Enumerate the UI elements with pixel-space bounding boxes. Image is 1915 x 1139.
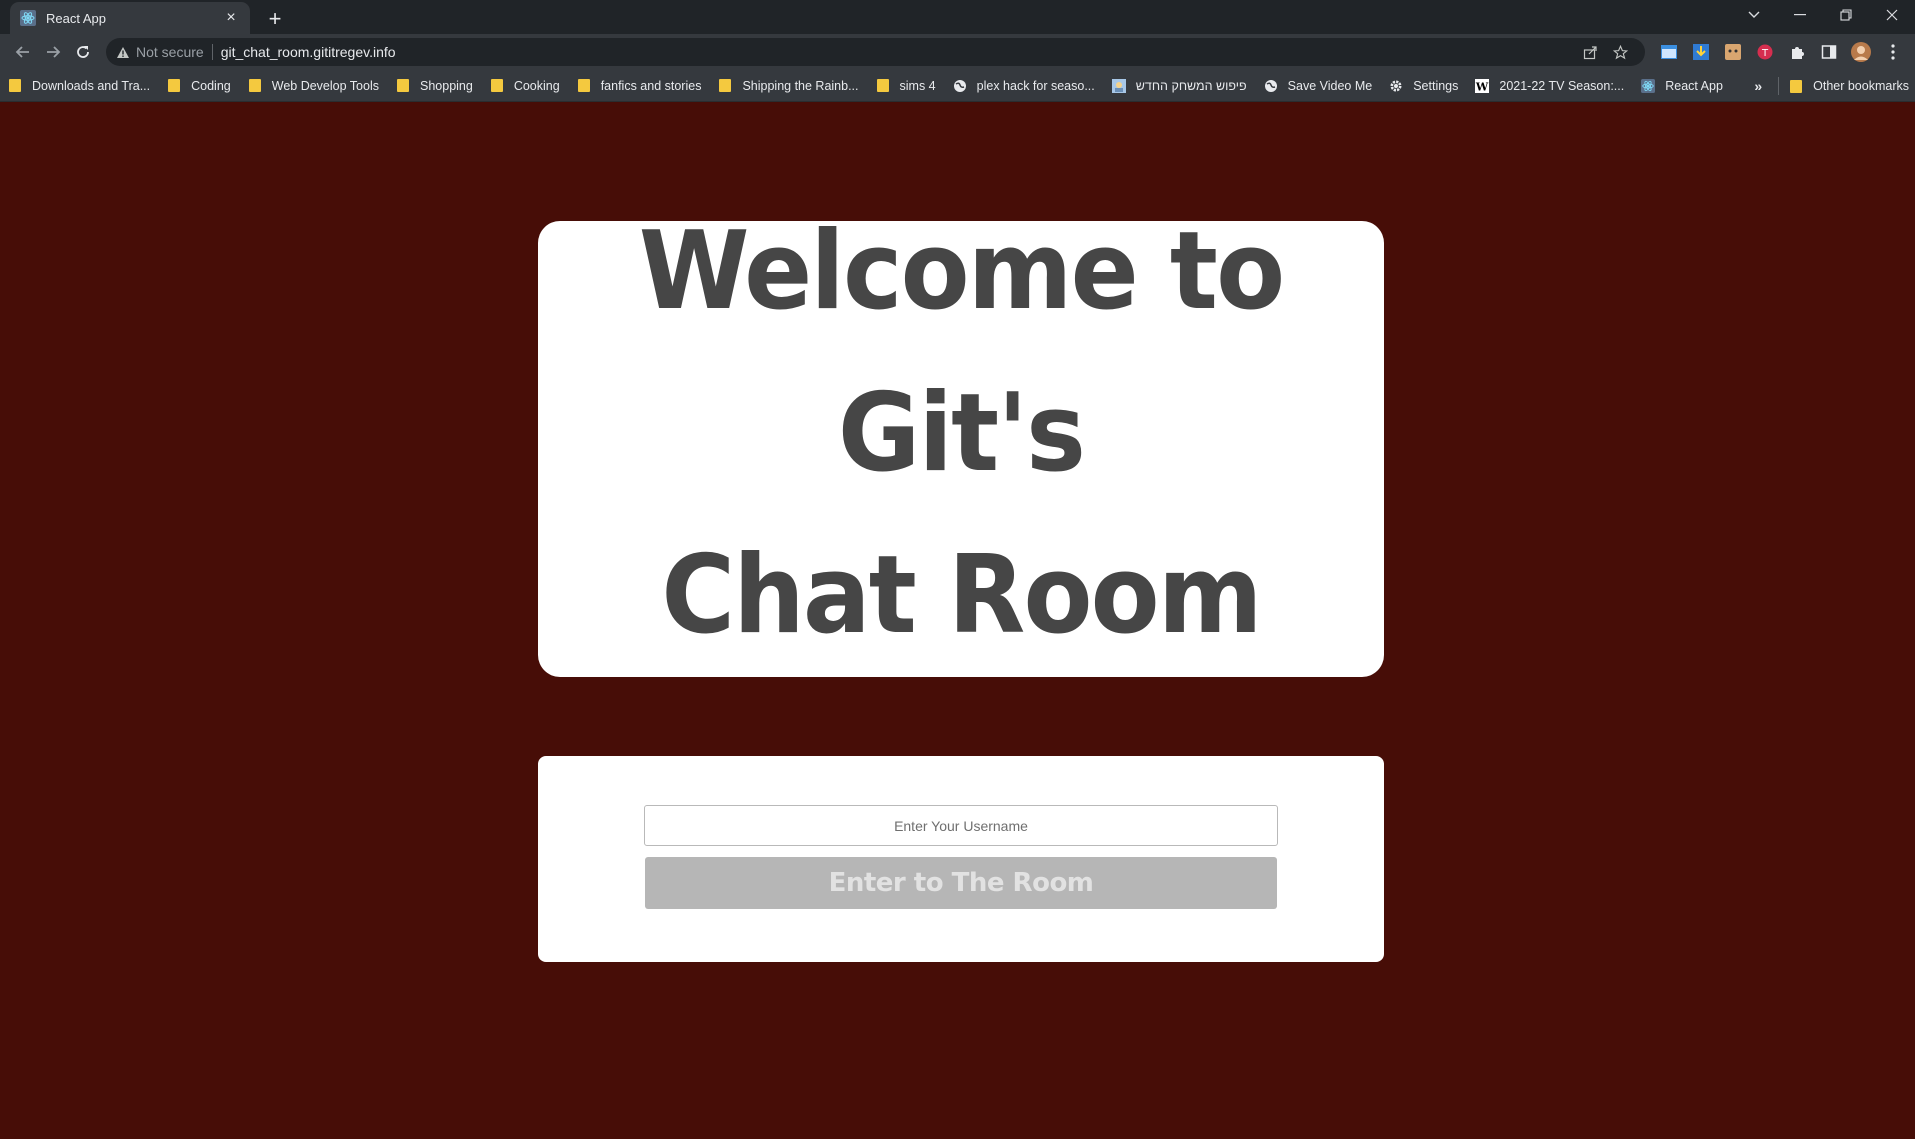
bookmark-label: Coding <box>191 78 231 93</box>
bookmark-label: Settings <box>1413 78 1459 93</box>
browser-toolbar: Not secure git_chat_room.gititregev.info… <box>0 34 1915 70</box>
tab-search-icon[interactable] <box>1731 0 1777 30</box>
close-window-icon[interactable] <box>1869 0 1915 30</box>
folder-icon <box>248 79 262 93</box>
folder-icon <box>490 79 504 93</box>
bookmarks-bar: Downloads and Tra... Coding Web Develop … <box>0 70 1915 102</box>
extensions-area: T <box>1655 38 1907 66</box>
folder-icon <box>167 79 181 93</box>
url-text[interactable]: git_chat_room.gititregev.info <box>221 44 1575 60</box>
bookmark-label: Cooking <box>513 78 560 93</box>
window-controls <box>1731 0 1915 34</box>
bookmark-label: fanfics and stories <box>600 78 702 93</box>
folder-icon <box>8 79 22 93</box>
bookmarks-divider <box>1778 77 1780 95</box>
bookmark-label: 2021-22 TV Season:... <box>1499 78 1625 93</box>
back-icon[interactable] <box>8 37 38 67</box>
folder-icon <box>1789 79 1803 93</box>
bookmarks-right: » Other bookmarks <box>1754 70 1909 102</box>
bookmark-coding[interactable]: Coding <box>167 79 231 93</box>
close-tab-icon[interactable]: × <box>222 9 240 27</box>
address-bar[interactable]: Not secure git_chat_room.gititregev.info <box>106 38 1645 66</box>
bookmark-tv-season[interactable]: W 2021-22 TV Season:... <box>1475 78 1625 93</box>
bookmark-label: Save Video Me <box>1287 78 1373 93</box>
tab-title: React App <box>46 10 106 26</box>
browser-menu-icon[interactable] <box>1879 38 1907 66</box>
bookmark-hebrew-game[interactable]: פיפוש המשחק החדש <box>1111 78 1247 93</box>
bookmark-label: Shopping <box>420 78 473 93</box>
bookmark-downloads[interactable]: Downloads and Tra... <box>8 79 150 93</box>
bookmark-save-video[interactable]: Save Video Me <box>1264 78 1373 93</box>
extensions-puzzle-icon[interactable] <box>1783 38 1811 66</box>
bookmark-fanfics[interactable]: fanfics and stories <box>577 78 702 93</box>
bookmark-web-develop-tools[interactable]: Web Develop Tools <box>248 79 379 93</box>
side-panel-icon[interactable] <box>1815 38 1843 66</box>
star-icon[interactable] <box>1605 44 1635 60</box>
bookmarks-overflow-button[interactable]: » <box>1754 78 1762 94</box>
restore-icon[interactable] <box>1823 0 1869 30</box>
folder-icon <box>396 79 410 93</box>
bookmark-label: Web Develop Tools <box>271 78 379 93</box>
welcome-title-line-2: Chat Room <box>661 533 1262 658</box>
bookmark-label: Downloads and Tra... <box>32 78 151 93</box>
bookmark-settings[interactable]: Settings <box>1389 79 1458 93</box>
page-body: Welcome to Git's Chat Room Enter to The … <box>0 102 1915 1139</box>
warning-icon <box>116 46 130 59</box>
svg-text:T: T <box>1761 48 1769 59</box>
game-icon <box>1111 78 1126 93</box>
bookmark-label: React App <box>1665 78 1723 93</box>
bookmark-sims4[interactable]: sims 4 <box>876 79 936 93</box>
welcome-title-line-1: Welcome to Git's <box>638 209 1285 496</box>
bookmark-label: plex hack for seaso... <box>976 78 1095 93</box>
bookmark-label: sims 4 <box>899 78 936 93</box>
extension-t-icon[interactable]: T <box>1751 38 1779 66</box>
globe-icon <box>1264 79 1278 93</box>
browser-titlebar: React App × + <box>0 0 1915 34</box>
new-tab-button[interactable]: + <box>262 6 288 32</box>
extension-download-icon[interactable] <box>1687 38 1715 66</box>
welcome-card: Welcome to Git's Chat Room <box>538 209 1384 677</box>
bookmark-label: פיפוש המשחק החדש <box>1135 78 1247 93</box>
security-status[interactable]: Not secure <box>136 44 204 60</box>
wikipedia-icon: W <box>1475 78 1490 93</box>
bookmark-plex-hack[interactable]: plex hack for seaso... <box>953 79 1095 93</box>
bookmark-shopping[interactable]: Shopping <box>396 79 473 93</box>
bookmark-shipping[interactable]: Shipping the Rainb... <box>718 78 859 93</box>
browser-tab[interactable]: React App × <box>10 2 250 34</box>
profile-avatar-icon[interactable] <box>1847 38 1875 66</box>
svg-text:W: W <box>1475 80 1489 93</box>
enter-room-button[interactable]: Enter to The Room <box>645 857 1277 909</box>
extension-window-icon[interactable] <box>1655 38 1683 66</box>
folder-icon <box>577 79 591 93</box>
other-bookmarks[interactable]: Other bookmarks <box>1789 79 1909 93</box>
react-icon <box>1641 78 1656 93</box>
login-card: Enter to The Room <box>538 756 1384 962</box>
folder-icon <box>876 79 890 93</box>
bookmark-react-app[interactable]: React App <box>1641 78 1723 93</box>
username-input[interactable] <box>644 805 1278 846</box>
bookmark-label: Shipping the Rainb... <box>742 78 859 93</box>
welcome-title: Welcome to Git's Chat Room <box>568 191 1355 677</box>
globe-icon <box>953 79 967 93</box>
share-icon[interactable] <box>1575 45 1605 60</box>
reload-icon[interactable] <box>68 37 98 67</box>
omnibox-divider <box>211 44 213 60</box>
minimize-icon[interactable] <box>1777 0 1823 30</box>
extension-face-icon[interactable] <box>1719 38 1747 66</box>
other-bookmarks-label: Other bookmarks <box>1813 79 1909 93</box>
gear-icon <box>1389 79 1403 93</box>
folder-icon <box>718 79 732 93</box>
react-icon <box>20 10 36 26</box>
forward-icon[interactable] <box>38 37 68 67</box>
bookmark-cooking[interactable]: Cooking <box>490 79 560 93</box>
